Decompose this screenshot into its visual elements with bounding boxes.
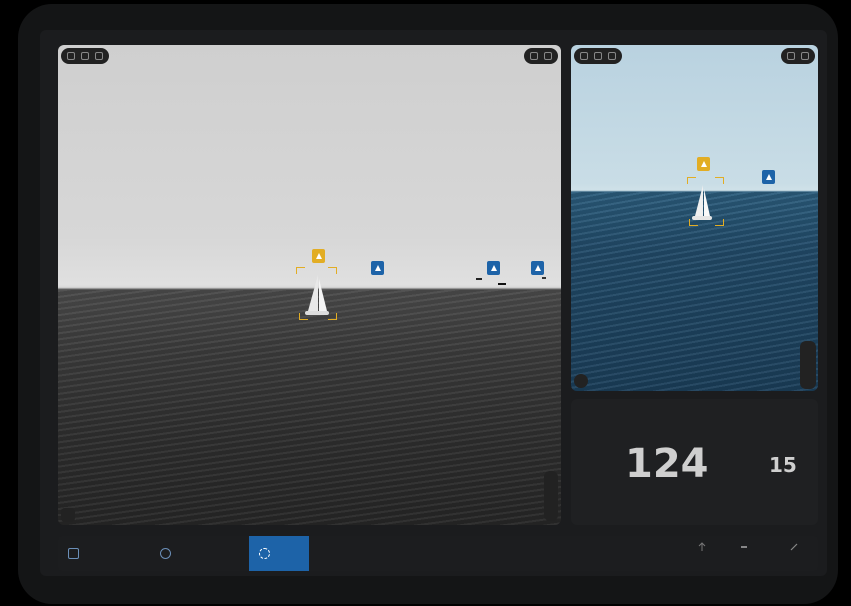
zoom-controls[interactable] bbox=[544, 471, 558, 521]
target-bracket bbox=[687, 177, 696, 184]
distant-vessel bbox=[476, 278, 482, 280]
tool-button-1[interactable] bbox=[685, 542, 719, 556]
expand-icon[interactable] bbox=[530, 52, 538, 60]
bearing-data-panel: 124 15 bbox=[571, 399, 818, 525]
bottom-mode-bar bbox=[58, 536, 818, 571]
tool-button-2[interactable] bbox=[727, 542, 761, 556]
target-bracket bbox=[689, 219, 698, 226]
distance-value: 15 bbox=[769, 453, 797, 477]
main-camera-feed[interactable] bbox=[58, 45, 561, 525]
back-icon[interactable] bbox=[67, 52, 75, 60]
target-bracket bbox=[328, 313, 337, 320]
vessel-icon[interactable] bbox=[371, 261, 384, 275]
settings-icon[interactable] bbox=[594, 52, 602, 60]
camera-toolbar-right[interactable] bbox=[781, 48, 815, 64]
vessel-icon[interactable] bbox=[487, 261, 500, 275]
corner-button[interactable] bbox=[574, 374, 588, 388]
expand-icon[interactable] bbox=[787, 52, 795, 60]
target-bracket bbox=[328, 267, 337, 274]
distant-vessel bbox=[498, 283, 506, 285]
mode-button-1[interactable] bbox=[68, 536, 86, 571]
target-bracket bbox=[715, 219, 724, 226]
camera-toolbar-right[interactable] bbox=[524, 48, 558, 64]
target-ring-icon bbox=[259, 548, 270, 559]
sailboat-target-icon[interactable] bbox=[697, 157, 710, 171]
close-icon[interactable] bbox=[801, 52, 809, 60]
sailboat-target-icon[interactable] bbox=[312, 249, 325, 263]
corner-button[interactable] bbox=[61, 508, 75, 522]
sea-texture bbox=[58, 290, 561, 525]
arrow-up-icon bbox=[698, 542, 706, 551]
grid-icon bbox=[68, 548, 79, 559]
target-bracket bbox=[296, 267, 305, 274]
settings-icon[interactable] bbox=[81, 52, 89, 60]
sailboat bbox=[692, 185, 712, 220]
vessel-icon[interactable] bbox=[531, 261, 544, 275]
tool-button-3[interactable] bbox=[777, 542, 811, 556]
distant-vessel bbox=[542, 277, 546, 279]
circle-icon bbox=[160, 548, 171, 559]
secondary-camera-feed[interactable] bbox=[571, 45, 818, 391]
zoom-controls[interactable] bbox=[800, 341, 816, 389]
mode-button-2[interactable] bbox=[160, 536, 178, 571]
camera-toolbar-left[interactable] bbox=[574, 48, 622, 64]
close-icon[interactable] bbox=[544, 52, 552, 60]
back-icon[interactable] bbox=[580, 52, 588, 60]
camera-toolbar-left[interactable] bbox=[61, 48, 109, 64]
target-bracket bbox=[715, 177, 724, 184]
bearing-value: 124 bbox=[625, 441, 709, 487]
minus-icon bbox=[741, 546, 747, 548]
pen-icon bbox=[790, 543, 798, 551]
layers-icon[interactable] bbox=[95, 52, 103, 60]
vessel-icon[interactable] bbox=[762, 170, 775, 184]
target-bracket bbox=[299, 313, 308, 320]
layers-icon[interactable] bbox=[608, 52, 616, 60]
mode-button-3-active[interactable] bbox=[249, 536, 309, 571]
